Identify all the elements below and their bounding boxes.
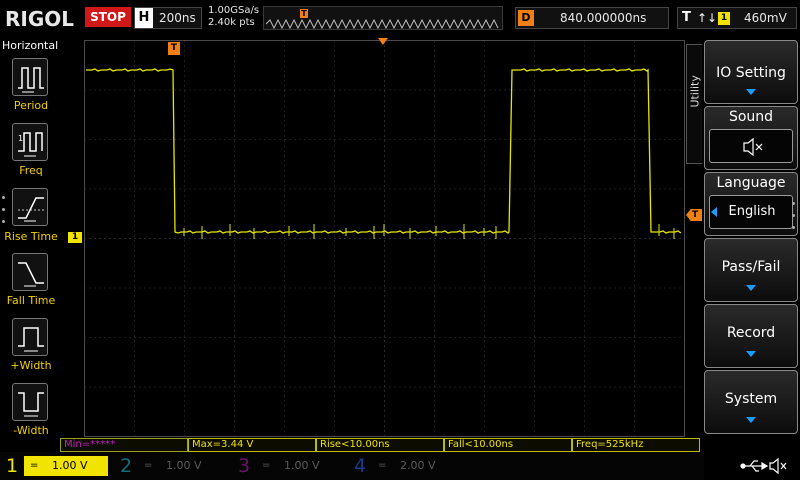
rise-time-icon (18, 197, 44, 222)
measurement-rise[interactable]: Rise<10.00ns (316, 438, 444, 452)
channel-1-scale: 1.00 V (52, 459, 88, 472)
horizontal-label: H (135, 8, 153, 28)
menu-scroll-dots (792, 202, 798, 236)
measurement-min[interactable]: Min=***** (60, 438, 188, 452)
status-icon-area (704, 452, 800, 480)
channel-1-ground-marker[interactable]: 1 (68, 232, 82, 243)
measure-sidebar: Horizontal Period 1 Freq Rise Time Fall … (0, 36, 60, 437)
scroll-dots (2, 196, 6, 230)
channel-4-scale: 2.00 V (400, 459, 436, 472)
trigger-level: 460mV (744, 11, 787, 25)
measure-rise-time-button[interactable] (12, 188, 48, 226)
trigger-label: T (682, 10, 691, 25)
memory-overview-strip[interactable]: T (263, 6, 503, 30)
memory-overview-wave (266, 19, 499, 29)
status-icons (740, 457, 787, 475)
measure-category-title[interactable]: Horizontal (2, 39, 58, 52)
record-label: Record (726, 325, 776, 341)
horizontal-timebase[interactable]: H 200ns (134, 7, 202, 29)
channel-4-coupling: = (378, 460, 387, 471)
measure-fall-time-button[interactable] (12, 253, 48, 291)
trigger-time-marker[interactable]: T (168, 42, 180, 55)
run-stop-indicator[interactable]: STOP (85, 7, 131, 27)
pass-fail-label: Pass/Fail (721, 259, 781, 275)
utility-menu: Utility IO Setting Sound Language Englis… (686, 36, 800, 438)
language-value: English (728, 204, 776, 219)
measure-period-label: Period (13, 99, 49, 112)
channel-2-scale: 1.00 V (166, 459, 202, 472)
pass-fail-button[interactable]: Pass/Fail (704, 238, 798, 302)
measurement-bar: Min=***** Max=3.44 V Rise<10.00ns Fall<1… (60, 438, 700, 452)
chevron-down-icon (746, 417, 756, 423)
sound-button[interactable]: Sound (704, 106, 798, 170)
record-button[interactable]: Record (704, 304, 798, 368)
top-status-bar: RIGOL STOP H 200ns 1.00GSa/s 2.40k pts T… (0, 0, 800, 36)
io-setting-button[interactable]: IO Setting (704, 40, 798, 104)
trigger-source-badge: 1 (718, 12, 730, 25)
period-icon (18, 67, 44, 93)
channel-4-scale-box[interactable]: = 2.00 V (372, 456, 456, 476)
horizontal-position-marker (378, 38, 388, 45)
channel-1-number[interactable]: 1 (6, 455, 18, 477)
channel-3-scale: 1.00 V (284, 459, 320, 472)
language-value-box: English (709, 195, 793, 229)
measure-positive-width-button[interactable] (12, 318, 48, 356)
measure-fall-time-label: Fall Time (6, 294, 56, 307)
measure-negative-width-label: -Width (13, 424, 49, 437)
fall-time-icon (18, 262, 44, 287)
memory-depth: 2.40k pts (208, 17, 255, 28)
measure-freq-label: Freq (19, 164, 43, 177)
brand-logo: RIGOL (5, 7, 75, 31)
channel-3-number[interactable]: 3 (238, 455, 250, 477)
system-label: System (724, 391, 778, 407)
measurement-max[interactable]: Max=3.44 V (188, 438, 316, 452)
chevron-down-icon (746, 285, 756, 291)
delay-label: D (518, 10, 534, 26)
trigger-display[interactable]: T ↑↓ 1 460mV (677, 7, 797, 29)
measure-freq-button[interactable]: 1 (12, 123, 48, 161)
channel-3-coupling: = (262, 460, 271, 471)
channel-2-scale-box[interactable]: = 1.00 V (138, 456, 222, 476)
waveform-display[interactable] (84, 40, 686, 438)
channel-3-scale-box[interactable]: = 1.00 V (256, 456, 340, 476)
system-button[interactable]: System (704, 370, 798, 434)
channel-2-number[interactable]: 2 (120, 455, 132, 477)
usb-icon (740, 460, 769, 472)
speaker-mute-icon (743, 137, 763, 157)
language-label: Language (716, 175, 786, 191)
sound-label: Sound (728, 109, 774, 125)
sound-value-box (709, 129, 793, 163)
delay-value: 840.000000ns (560, 11, 647, 25)
channel-1-coupling: = (30, 460, 39, 471)
measure-negative-width-button[interactable] (12, 383, 48, 421)
freq-icon: 1 (18, 132, 43, 157)
trigger-edge-icon: ↑↓ (697, 11, 718, 25)
utility-tab-label: Utility (688, 75, 702, 108)
measure-positive-width-label: +Width (10, 359, 52, 372)
trigger-position-marker: T (300, 9, 308, 18)
utility-tab[interactable]: Utility (686, 44, 702, 164)
channel-4-number[interactable]: 4 (354, 455, 366, 477)
delay-display[interactable]: D 840.000000ns (515, 7, 669, 29)
positive-width-icon (18, 327, 44, 352)
io-setting-label: IO Setting (716, 65, 786, 81)
language-button[interactable]: Language English (704, 172, 798, 236)
acquisition-info: 1.00GSa/s 2.40k pts (208, 5, 259, 29)
timebase-value: 200ns (159, 11, 196, 25)
channel-2-coupling: = (144, 460, 153, 471)
measurement-fall[interactable]: Fall<10.00ns (444, 438, 572, 452)
channel-bar: 1 = 1.00 V 2 = 1.00 V 3 = 1.00 V 4 = 2.0… (0, 452, 800, 480)
channel-1-scale-box[interactable]: = 1.00 V (24, 456, 108, 476)
chevron-down-icon (746, 89, 756, 95)
measurement-freq[interactable]: Freq=525kHz (572, 438, 700, 452)
measure-period-button[interactable] (12, 58, 48, 96)
svg-text:1: 1 (18, 134, 23, 143)
chevron-down-icon (746, 351, 756, 357)
sample-rate: 1.00GSa/s (208, 5, 260, 16)
speaker-mute-icon (769, 457, 787, 475)
negative-width-icon (18, 392, 44, 417)
measure-rise-time-label: Rise Time (4, 230, 58, 243)
